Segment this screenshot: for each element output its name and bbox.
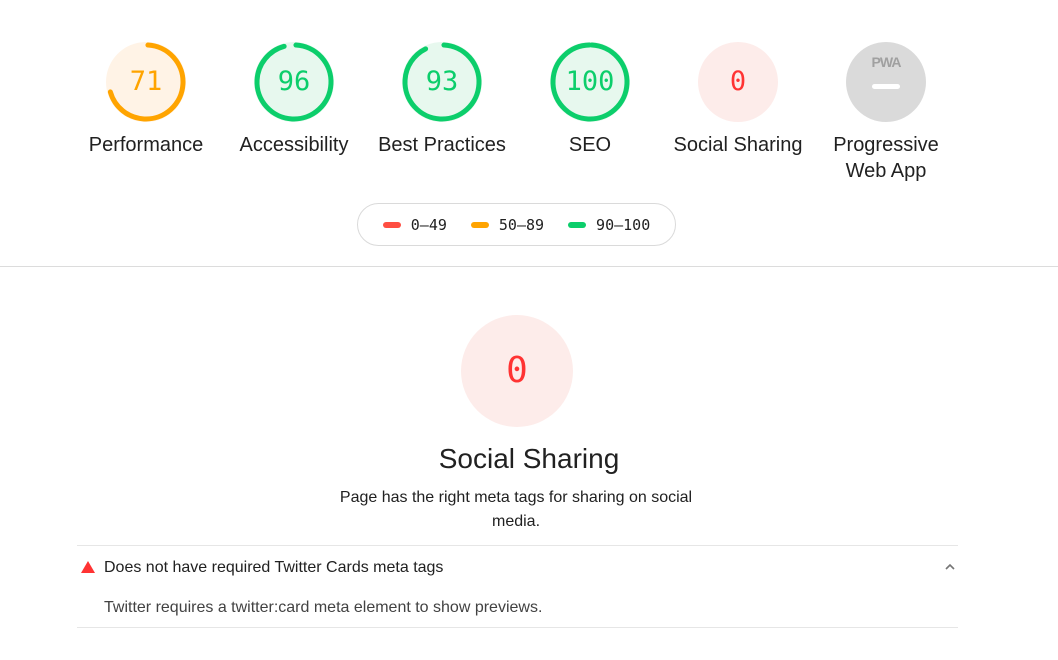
legend-range: 90–100 bbox=[596, 215, 651, 234]
gauge-ring: 96 bbox=[252, 40, 336, 124]
gauge-score: 96 bbox=[277, 66, 311, 97]
score-scale-legend: 0–49 50–89 90–100 bbox=[357, 203, 676, 246]
gauge-best-practices[interactable]: 93 Best Practices bbox=[368, 40, 516, 158]
gauge-label: Accessibility bbox=[239, 134, 349, 156]
section-divider bbox=[0, 266, 1058, 267]
gauge-label-line: Progressive bbox=[833, 134, 939, 156]
fail-swatch-icon bbox=[382, 221, 401, 228]
fail-triangle-icon bbox=[81, 561, 95, 573]
gauge-score: 0 bbox=[729, 66, 747, 97]
pwa-dash-icon bbox=[872, 84, 900, 89]
gauge-ring: 100 bbox=[548, 40, 632, 124]
gauge-seo[interactable]: 100 SEO bbox=[516, 40, 664, 158]
legend-range: 50–89 bbox=[498, 215, 545, 234]
legend-item-average: 50–89 bbox=[470, 215, 545, 234]
gauge-accessibility[interactable]: 96 Accessibility bbox=[220, 40, 368, 158]
audit-item: Does not have required Twitter Cards met… bbox=[77, 545, 958, 628]
category-score-gauge: 0 bbox=[461, 315, 573, 427]
legend-item-pass: 90–100 bbox=[568, 216, 650, 234]
gauge-score: 93 bbox=[425, 66, 459, 97]
chevron-up-icon[interactable] bbox=[943, 560, 957, 574]
pwa-logo-icon: PWA bbox=[871, 54, 902, 70]
category-title: Social Sharing bbox=[438, 443, 620, 474]
gauge-ring: 71 bbox=[104, 40, 188, 124]
gauge-pwa[interactable]: PWA Progressive Web App bbox=[812, 40, 960, 184]
gauge-label: Social Sharing bbox=[673, 134, 803, 156]
audit-description: Twitter requires a twitter:card meta ele… bbox=[104, 599, 543, 616]
audit-summary[interactable]: Does not have required Twitter Cards met… bbox=[77, 546, 958, 589]
gauge-label: Progressive Web App bbox=[812, 132, 960, 184]
gauge-score: 71 bbox=[129, 66, 163, 97]
legend-range: 0–49 bbox=[410, 215, 447, 234]
pwa-badge-circle bbox=[846, 42, 926, 122]
gauge-ring: PWA bbox=[844, 40, 928, 124]
pass-swatch-icon bbox=[568, 221, 587, 228]
audit-title: Does not have required Twitter Cards met… bbox=[104, 559, 444, 576]
gauge-ring: 93 bbox=[400, 40, 484, 124]
gauge-label: Best Practices bbox=[378, 134, 506, 156]
average-swatch-icon bbox=[470, 221, 489, 228]
category-score: 0 bbox=[506, 350, 528, 391]
category-description: Page has the right meta tags for sharing… bbox=[339, 489, 693, 530]
gauge-label: SEO bbox=[568, 134, 612, 156]
gauge-social-sharing[interactable]: 0 Social Sharing bbox=[664, 40, 812, 158]
gauge-ring: 0 bbox=[696, 40, 780, 124]
gauge-performance[interactable]: 71 Performance bbox=[72, 40, 220, 158]
gauge-label: Performance bbox=[88, 134, 204, 156]
gauge-label-line: Web App bbox=[845, 160, 927, 182]
legend-item-fail: 0–49 bbox=[382, 215, 447, 234]
score-gauges: 71 Performance 96 Accessibility 93 Best … bbox=[0, 0, 1058, 266]
gauge-score: 100 bbox=[565, 66, 615, 97]
